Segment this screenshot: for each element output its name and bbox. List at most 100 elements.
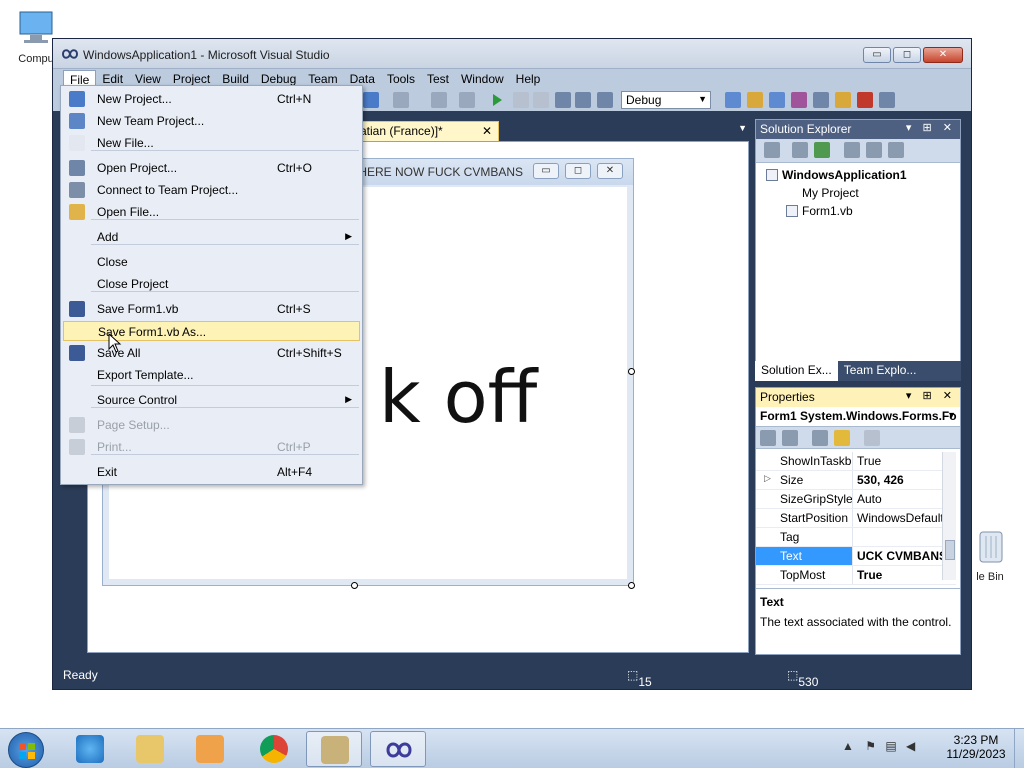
property-value[interactable]: True: [852, 452, 956, 470]
find-icon[interactable]: [725, 92, 741, 108]
events-icon[interactable]: [834, 430, 850, 446]
object-selector-dropdown[interactable]: Form1 System.Windows.Forms.Fo ▼: [756, 407, 960, 427]
taskbar-visual-studio[interactable]: [370, 731, 426, 767]
maximize-button[interactable]: ◻: [893, 47, 921, 63]
categorized-icon[interactable]: [760, 430, 776, 446]
step-over-icon[interactable]: [575, 92, 591, 108]
resize-handle-bottom-right[interactable]: [628, 582, 635, 589]
tab-team-explorer[interactable]: Team Explo...: [838, 361, 923, 381]
menu-item-save-form1[interactable]: Save Form1.vb Ctrl+S: [63, 299, 360, 319]
clock[interactable]: 3:23 PM 11/29/2023: [944, 733, 1008, 761]
menu-item-new-team-project[interactable]: New Team Project...: [63, 111, 360, 131]
resize-handle-right[interactable]: [628, 368, 635, 375]
tree-node-my-project[interactable]: My Project: [786, 186, 859, 200]
property-row[interactable]: SizeGripStyle Auto: [756, 490, 956, 509]
tree-node-form1[interactable]: Form1.vb: [786, 204, 853, 218]
taskbar-media-player[interactable]: [182, 731, 238, 767]
menu-item-label: Save Form1.vb: [97, 302, 179, 316]
stop-icon[interactable]: [533, 92, 549, 108]
class-diagram-icon[interactable]: [888, 142, 904, 158]
menu-item-new-project[interactable]: New Project... Ctrl+N: [63, 89, 360, 109]
tree-node-project[interactable]: WindowsApplication1: [766, 168, 907, 182]
menu-item-open-project[interactable]: Open Project... Ctrl+O: [63, 158, 360, 178]
tab-form1-designer[interactable]: atian (France)]* ✕: [353, 121, 499, 141]
menu-item-page-setup[interactable]: Page Setup...: [63, 415, 360, 435]
property-value[interactable]: Auto: [852, 490, 956, 508]
menu-tools[interactable]: Tools: [381, 70, 421, 88]
taskbar-paint[interactable]: [306, 731, 362, 767]
resize-handle-bottom[interactable]: [351, 582, 358, 589]
tab-solution-explorer[interactable]: Solution Ex...: [755, 361, 838, 381]
solution-explorer-icon[interactable]: [747, 92, 763, 108]
title-bar[interactable]: WindowsApplication1 - Microsoft Visual S…: [53, 39, 971, 69]
clock-time: 3:23 PM: [953, 733, 999, 747]
tab-list-dropdown-icon[interactable]: ▼: [738, 123, 747, 133]
undo-icon[interactable]: [363, 92, 379, 108]
file-menu-dropdown: New Project... Ctrl+N New Team Project... N…: [60, 85, 363, 485]
show-all-files-icon[interactable]: [792, 142, 808, 158]
chrome-icon: [260, 735, 288, 763]
property-row[interactable]: Text UCK CVMBANS: [756, 547, 956, 566]
start-button[interactable]: [8, 732, 44, 768]
extension-icon[interactable]: [857, 92, 873, 108]
expand-arrow-icon[interactable]: ▷: [764, 473, 771, 484]
toolbox-icon[interactable]: [813, 92, 829, 108]
menu-item-export-template[interactable]: Export Template...: [63, 365, 360, 385]
action-center-icon[interactable]: ⚑: [865, 739, 876, 753]
taskbar-internet-explorer[interactable]: [62, 731, 118, 767]
start-page-icon[interactable]: [835, 92, 851, 108]
property-row[interactable]: Tag: [756, 528, 956, 547]
show-desktop-button[interactable]: [1014, 729, 1024, 768]
redo-icon[interactable]: [393, 92, 409, 108]
property-row[interactable]: ShowInTaskb True: [756, 452, 956, 471]
network-icon[interactable]: ▤: [885, 739, 896, 753]
alphabetical-icon[interactable]: [782, 430, 798, 446]
menu-item-label: New File...: [97, 136, 154, 150]
refresh-icon[interactable]: [814, 142, 830, 158]
property-row[interactable]: StartPosition WindowsDefault: [756, 509, 956, 528]
property-row[interactable]: ▷ Size 530, 426: [756, 471, 956, 490]
pane-controls[interactable]: ▾ ⊞ ✕: [906, 121, 956, 134]
menu-window[interactable]: Window: [455, 70, 510, 88]
status-bar: Ready ⬚ 15 , 15 ⬚ 530 x 426: [53, 661, 971, 717]
step-out-icon[interactable]: [597, 92, 613, 108]
property-value[interactable]: WindowsDefault: [852, 509, 956, 527]
menu-help[interactable]: Help: [510, 70, 547, 88]
scrollbar-thumb[interactable]: [945, 540, 955, 560]
navigate-icon[interactable]: [431, 92, 447, 108]
property-name: ShowInTaskb: [756, 452, 852, 470]
volume-icon[interactable]: ◀: [906, 739, 915, 753]
property-value[interactable]: [852, 528, 956, 546]
menu-item-exit[interactable]: Exit Alt+F4: [63, 462, 360, 482]
pause-icon[interactable]: [513, 92, 529, 108]
close-button[interactable]: ✕: [923, 47, 963, 63]
property-pages-icon[interactable]: [864, 430, 880, 446]
pane-controls[interactable]: ▾ ⊞ ✕: [906, 389, 956, 402]
form-label[interactable]: k off: [379, 355, 537, 439]
property-value[interactable]: 530, 426: [852, 471, 956, 489]
menu-item-close[interactable]: Close: [63, 252, 360, 272]
menu-test[interactable]: Test: [421, 70, 455, 88]
start-debugging-icon[interactable]: [489, 92, 505, 108]
property-value[interactable]: UCK CVMBANS: [852, 547, 956, 565]
view-code-icon[interactable]: [844, 142, 860, 158]
menu-item-connect-to-team-project[interactable]: Connect to Team Project...: [63, 180, 360, 200]
tray-expand-icon[interactable]: ▲: [842, 739, 854, 753]
taskbar-file-explorer[interactable]: [122, 731, 178, 767]
property-row[interactable]: TopMost True: [756, 566, 956, 585]
minimize-button[interactable]: ▭: [863, 47, 891, 63]
taskbar-chrome[interactable]: [246, 731, 302, 767]
property-value[interactable]: True: [852, 566, 956, 584]
menu-item-label: Print...: [97, 440, 132, 454]
close-tab-icon[interactable]: ✕: [482, 124, 492, 138]
toolbar-more-icon[interactable]: [879, 92, 895, 108]
properties-icon[interactable]: [764, 142, 780, 158]
property-grid-scrollbar[interactable]: [942, 452, 956, 580]
solution-configuration-dropdown[interactable]: Debug ▼: [621, 91, 711, 109]
navigate-forward-icon[interactable]: [459, 92, 475, 108]
properties-view-icon[interactable]: [812, 430, 828, 446]
object-browser-icon[interactable]: [791, 92, 807, 108]
step-icon[interactable]: [555, 92, 571, 108]
view-designer-icon[interactable]: [866, 142, 882, 158]
properties-icon[interactable]: [769, 92, 785, 108]
